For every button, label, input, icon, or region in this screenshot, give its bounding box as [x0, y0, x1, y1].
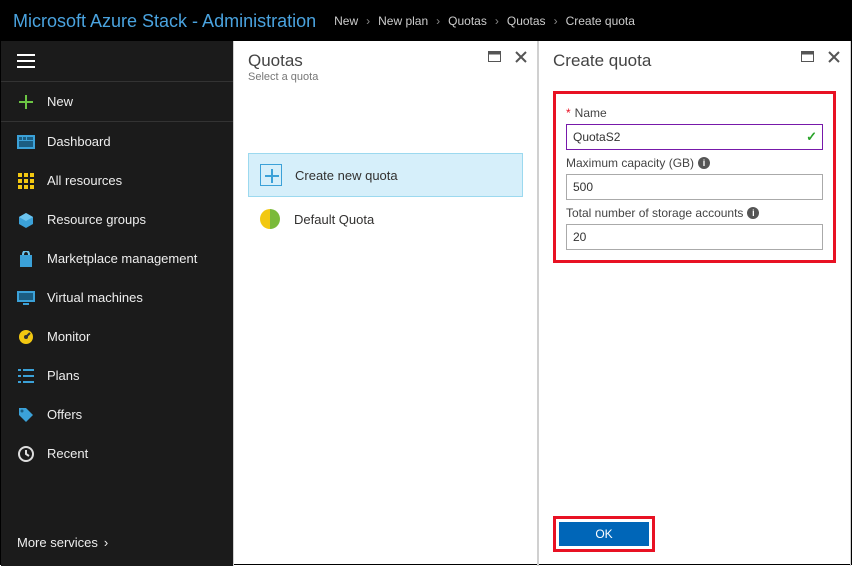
- form-highlight: *Name ✓ Maximum capacity (GB)i Total num…: [553, 91, 836, 263]
- breadcrumb: New › New plan › Quotas › Quotas › Creat…: [334, 14, 635, 28]
- sidebar-item-monitor[interactable]: Monitor: [1, 317, 233, 356]
- sidebar-item-marketplace[interactable]: Marketplace management: [1, 239, 233, 278]
- clock-icon: [17, 445, 35, 463]
- sidebar-item-label: Marketplace management: [47, 251, 197, 266]
- sidebar-item-label: Dashboard: [47, 134, 111, 149]
- chevron-right-icon: ›: [495, 14, 499, 28]
- breadcrumb-item[interactable]: Quotas: [448, 14, 487, 28]
- quota-row-label: Create new quota: [295, 168, 398, 183]
- accounts-input[interactable]: [566, 224, 823, 250]
- name-label: *Name: [566, 102, 823, 124]
- sidebar-item-resource-groups[interactable]: Resource groups: [1, 200, 233, 239]
- capacity-input[interactable]: [566, 174, 823, 200]
- chevron-right-icon: ›: [104, 535, 108, 550]
- name-input[interactable]: [566, 124, 823, 150]
- blade-header: Quotas Select a quota: [234, 41, 537, 93]
- sidebar-item-label: Plans: [47, 368, 80, 383]
- monitor-icon: [17, 289, 35, 307]
- breadcrumb-item[interactable]: New: [334, 14, 358, 28]
- info-icon[interactable]: i: [698, 157, 710, 169]
- close-button[interactable]: [515, 51, 527, 63]
- maximize-icon: [488, 51, 501, 62]
- sidebar-item-label: Recent: [47, 446, 88, 461]
- maximize-button[interactable]: [801, 51, 814, 63]
- sidebar: New Dashboard All resources Resource gro…: [1, 41, 233, 566]
- dashboard-icon: [17, 133, 35, 151]
- maximize-button[interactable]: [488, 51, 501, 63]
- pie-icon: [260, 209, 280, 229]
- list-icon: [17, 367, 35, 385]
- maximize-icon: [801, 51, 814, 62]
- sidebar-item-label: Offers: [47, 407, 82, 422]
- blade-subtitle: Select a quota: [248, 71, 523, 83]
- blade-title: Quotas: [248, 51, 523, 71]
- sidebar-item-label: New: [47, 94, 73, 109]
- hamburger-button[interactable]: [1, 41, 233, 81]
- check-icon: ✓: [806, 129, 817, 145]
- blade-body: Create new quota Default Quota: [234, 93, 537, 566]
- cube-icon: [17, 211, 35, 229]
- close-icon: [828, 51, 840, 63]
- sidebar-item-offers[interactable]: Offers: [1, 395, 233, 434]
- chevron-right-icon: ›: [366, 14, 370, 28]
- sidebar-item-label: Virtual machines: [47, 290, 143, 305]
- blades: Quotas Select a quota Create new quota D…: [233, 41, 851, 566]
- create-new-quota-row[interactable]: Create new quota: [248, 153, 523, 197]
- more-services-label: More services: [17, 535, 98, 550]
- shell: New Dashboard All resources Resource gro…: [1, 41, 851, 566]
- sidebar-item-label: Monitor: [47, 329, 90, 344]
- blade-header: Create quota: [539, 41, 850, 81]
- required-indicator: *: [566, 106, 571, 120]
- grid-icon: [17, 172, 35, 190]
- ok-button[interactable]: OK: [559, 522, 649, 546]
- blade-title: Create quota: [553, 51, 836, 71]
- breadcrumb-item[interactable]: Create quota: [566, 14, 635, 28]
- close-icon: [515, 51, 527, 63]
- breadcrumb-item[interactable]: Quotas: [507, 14, 546, 28]
- chevron-right-icon: ›: [554, 14, 558, 28]
- action-bar: OK: [539, 506, 850, 566]
- app-title: Microsoft Azure Stack - Administration: [13, 11, 316, 32]
- blade-create-quota: Create quota *Name ✓ Maximum capacity (G…: [538, 41, 851, 566]
- plus-icon: [19, 95, 33, 109]
- default-quota-row[interactable]: Default Quota: [248, 197, 523, 241]
- chevron-right-icon: ›: [436, 14, 440, 28]
- store-icon: [17, 250, 35, 268]
- sidebar-item-recent[interactable]: Recent: [1, 434, 233, 473]
- sidebar-item-all-resources[interactable]: All resources: [1, 161, 233, 200]
- sidebar-item-plans[interactable]: Plans: [1, 356, 233, 395]
- hamburger-icon: [17, 54, 35, 68]
- blade-quotas: Quotas Select a quota Create new quota D…: [233, 41, 538, 566]
- sidebar-item-label: Resource groups: [47, 212, 146, 227]
- ok-highlight: OK: [553, 516, 655, 552]
- more-services-button[interactable]: More services ›: [1, 518, 233, 566]
- gauge-icon: [17, 328, 35, 346]
- info-icon[interactable]: i: [747, 207, 759, 219]
- quota-row-label: Default Quota: [294, 212, 374, 227]
- topbar: Microsoft Azure Stack - Administration N…: [1, 1, 851, 41]
- blade-body: *Name ✓ Maximum capacity (GB)i Total num…: [539, 81, 850, 506]
- sidebar-item-new[interactable]: New: [1, 82, 233, 121]
- breadcrumb-item[interactable]: New plan: [378, 14, 428, 28]
- tag-icon: [17, 406, 35, 424]
- sidebar-item-vms[interactable]: Virtual machines: [1, 278, 233, 317]
- close-button[interactable]: [828, 51, 840, 63]
- capacity-label: Maximum capacity (GB)i: [566, 152, 823, 174]
- sidebar-item-label: All resources: [47, 173, 122, 188]
- plus-box-icon: [260, 164, 282, 186]
- sidebar-item-dashboard[interactable]: Dashboard: [1, 122, 233, 161]
- accounts-label: Total number of storage accountsi: [566, 202, 823, 224]
